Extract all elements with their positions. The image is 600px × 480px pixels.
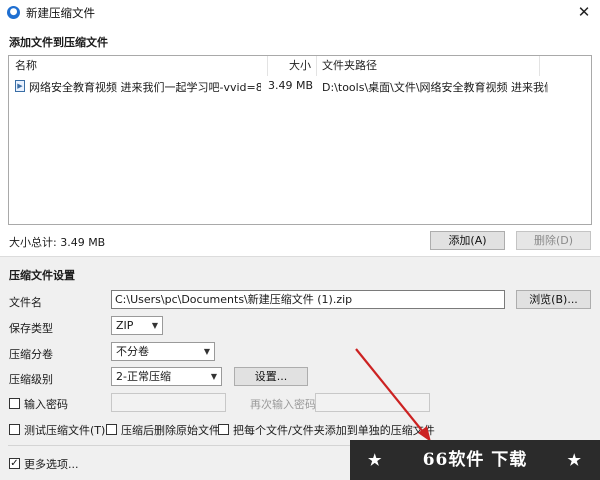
- separate-archives-label[interactable]: 把每个文件/文件夹添加到单独的压缩文件: [233, 422, 435, 438]
- split-volume-label: 压缩分卷: [9, 348, 53, 361]
- password-label[interactable]: 输入密码: [24, 396, 68, 412]
- more-options-checkbox[interactable]: ✓: [9, 458, 20, 469]
- test-archive-label[interactable]: 测试压缩文件(T): [24, 422, 105, 438]
- star-icon: ★: [567, 451, 582, 469]
- chevron-down-icon: ▼: [151, 321, 158, 330]
- column-divider[interactable]: [539, 56, 540, 76]
- column-header-name[interactable]: 名称: [15, 56, 37, 76]
- save-type-select[interactable]: ZIP ▼: [111, 316, 163, 335]
- repeat-password-input[interactable]: [315, 393, 430, 412]
- compression-level-label: 压缩级别: [9, 373, 53, 386]
- watermark-text: 66软件 下载: [422, 450, 528, 470]
- split-volume-value: 不分卷: [116, 345, 149, 358]
- settings-section-title: 压缩文件设置: [9, 269, 75, 282]
- file-size-cell: 3.49 MB: [267, 79, 313, 92]
- window-title: 新建压缩文件: [26, 6, 95, 20]
- save-type-value: ZIP: [116, 319, 134, 332]
- repeat-password-label: 再次输入密码: [250, 398, 316, 411]
- column-header-size[interactable]: 大小: [269, 56, 311, 76]
- compression-level-select[interactable]: 2-正常压缩 ▼: [111, 367, 222, 386]
- settings-button[interactable]: 设置...: [234, 367, 308, 386]
- save-type-label: 保存类型: [9, 322, 53, 335]
- test-archive-checkbox[interactable]: [9, 424, 20, 435]
- filename-input[interactable]: C:\Users\pc\Documents\新建压缩文件 (1).zip: [111, 290, 505, 309]
- more-options-label[interactable]: 更多选项...: [24, 456, 79, 472]
- file-path-cell: D:\tools\桌面\文件\网络安全教育视频 进来我们一...: [322, 81, 548, 94]
- split-volume-select[interactable]: 不分卷 ▼: [111, 342, 215, 361]
- app-logo-icon: ●: [7, 6, 20, 19]
- delete-button[interactable]: 删除(D): [516, 231, 591, 250]
- compression-level-value: 2-正常压缩: [116, 370, 171, 383]
- separate-archives-checkbox[interactable]: [218, 424, 229, 435]
- close-button[interactable]: ✕: [572, 2, 596, 22]
- column-header-path[interactable]: 文件夹路径: [322, 56, 377, 76]
- add-button[interactable]: 添加(A): [430, 231, 505, 250]
- column-divider[interactable]: [316, 56, 317, 76]
- star-icon: ★: [368, 451, 383, 469]
- browse-button[interactable]: 浏览(B)...: [516, 290, 591, 309]
- file-row[interactable]: ▶ 网络安全教育视频 进来我们一起学习吧-vvid=878... 3.49 MB…: [10, 78, 590, 95]
- delete-source-label[interactable]: 压缩后删除原始文件: [121, 422, 220, 438]
- file-list[interactable]: 名称 大小 文件夹路径 ▶ 网络安全教育视频 进来我们一起学习吧-vvid=87…: [8, 55, 592, 225]
- file-name-cell: 网络安全教育视频 进来我们一起学习吧-vvid=878...: [29, 81, 261, 94]
- column-divider[interactable]: [267, 56, 268, 76]
- chevron-down-icon: ▼: [210, 372, 217, 381]
- delete-source-checkbox[interactable]: [106, 424, 117, 435]
- add-files-section-title: 添加文件到压缩文件: [9, 36, 108, 49]
- total-size-label: 大小总计: 3.49 MB: [9, 236, 106, 249]
- video-file-icon: ▶: [15, 80, 25, 92]
- watermark-banner: ★ 66软件 下载 ★: [350, 440, 600, 480]
- filename-label: 文件名: [9, 296, 42, 309]
- password-input[interactable]: [111, 393, 226, 412]
- chevron-down-icon: ▼: [203, 347, 210, 356]
- password-checkbox[interactable]: [9, 398, 20, 409]
